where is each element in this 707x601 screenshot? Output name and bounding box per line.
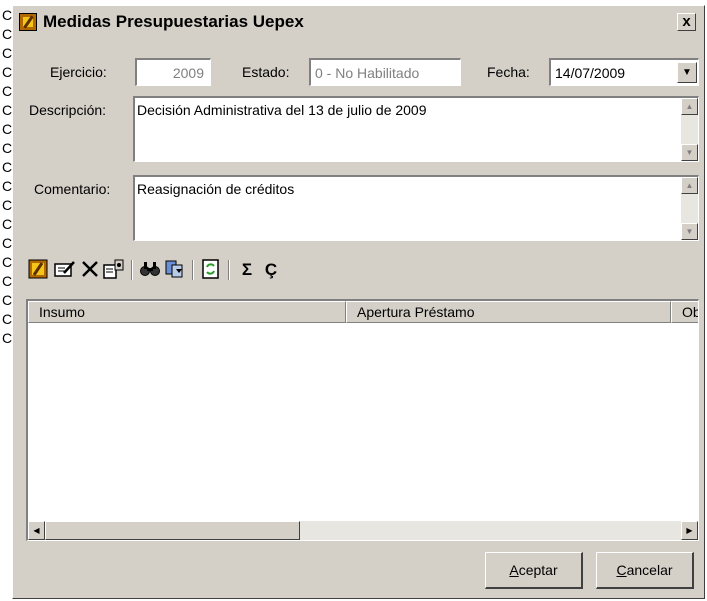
cedilla-icon[interactable]: Ç [260, 259, 282, 281]
accept-button[interactable]: Aceptar [485, 552, 583, 589]
toolbar-separator [131, 260, 133, 280]
comentario-label: Comentario: [34, 181, 111, 197]
comentario-value: Reasignación de créditos [137, 181, 295, 197]
arrow-up-icon: ▲ [685, 181, 694, 190]
arrow-down-icon: ▼ [685, 227, 694, 236]
close-button[interactable]: x [677, 13, 696, 31]
toolbar-separator [228, 260, 230, 280]
delete-icon[interactable] [79, 259, 101, 281]
descripcion-label: Descripción: [29, 102, 107, 118]
column-header-insumo[interactable]: Insumo [28, 301, 346, 323]
sum-icon[interactable]: Σ [236, 259, 258, 281]
edit-icon[interactable] [54, 259, 76, 281]
refresh-icon[interactable] [200, 259, 222, 281]
fecha-label: Fecha: [487, 64, 530, 80]
dialog-window: Medidas Presupuestarias Uepex x Ejercici… [12, 5, 705, 599]
fecha-date-picker[interactable]: 14/07/2009 ▼ [549, 58, 699, 86]
arrow-up-icon: ▲ [685, 102, 694, 111]
scroll-down-button[interactable]: ▼ [681, 144, 698, 161]
cancel-accel: C [616, 562, 627, 578]
app-icon[interactable] [27, 259, 49, 281]
descripcion-textarea[interactable]: Decisión Administrativa del 13 de julio … [133, 96, 699, 162]
arrow-down-icon: ▼ [685, 148, 694, 157]
scroll-up-button[interactable]: ▲ [681, 98, 698, 115]
scroll-thumb[interactable] [45, 521, 300, 540]
title-bar[interactable]: Medidas Presupuestarias Uepex x [17, 10, 698, 34]
accept-label: ceptar [518, 562, 558, 578]
comentario-textarea[interactable]: Reasignación de créditos ▲ ▼ [133, 175, 699, 241]
ejercicio-value: 2009 [172, 65, 204, 81]
grid-horizontal-scrollbar[interactable]: ◀ ▶ [28, 521, 698, 540]
column-header-apertura-prestamo[interactable]: Apertura Préstamo [346, 301, 671, 323]
estado-field[interactable]: 0 - No Habilitado [309, 58, 461, 86]
estado-label: Estado: [242, 64, 290, 80]
date-dropdown-button[interactable]: ▼ [677, 62, 697, 83]
scroll-left-button[interactable]: ◀ [28, 521, 45, 540]
estado-value: 0 - No Habilitado [315, 65, 420, 81]
descripcion-value: Decisión Administrativa del 13 de julio … [137, 102, 427, 118]
ejercicio-label: Ejercicio: [50, 64, 107, 80]
scroll-down-button[interactable]: ▼ [681, 223, 698, 240]
descripcion-scrollbar[interactable]: ▲ ▼ [681, 98, 698, 161]
filter-icon[interactable] [164, 259, 186, 281]
ejercicio-field[interactable]: 2009 [135, 58, 211, 86]
app-icon [19, 13, 37, 31]
arrow-right-icon: ▶ [686, 526, 693, 535]
accept-accel: A [509, 562, 519, 578]
scroll-up-button[interactable]: ▲ [681, 177, 698, 194]
properties-icon[interactable] [103, 259, 125, 281]
arrow-left-icon: ◀ [33, 526, 40, 535]
cancel-label: ancelar [626, 562, 673, 578]
column-header-objeto[interactable]: Obje [671, 301, 698, 323]
fecha-value: 14/07/2009 [555, 65, 626, 81]
window-title: Medidas Presupuestarias Uepex [43, 12, 304, 31]
cancel-button[interactable]: Cancelar [596, 552, 694, 589]
scroll-right-button[interactable]: ▶ [681, 521, 698, 540]
chevron-down-icon: ▼ [682, 67, 692, 78]
comentario-scrollbar[interactable]: ▲ ▼ [681, 177, 698, 240]
find-icon[interactable] [139, 259, 161, 281]
insumos-grid[interactable]: Insumo Apertura Préstamo Obje ◀ ▶ [26, 299, 699, 541]
toolbar-separator [192, 260, 194, 280]
